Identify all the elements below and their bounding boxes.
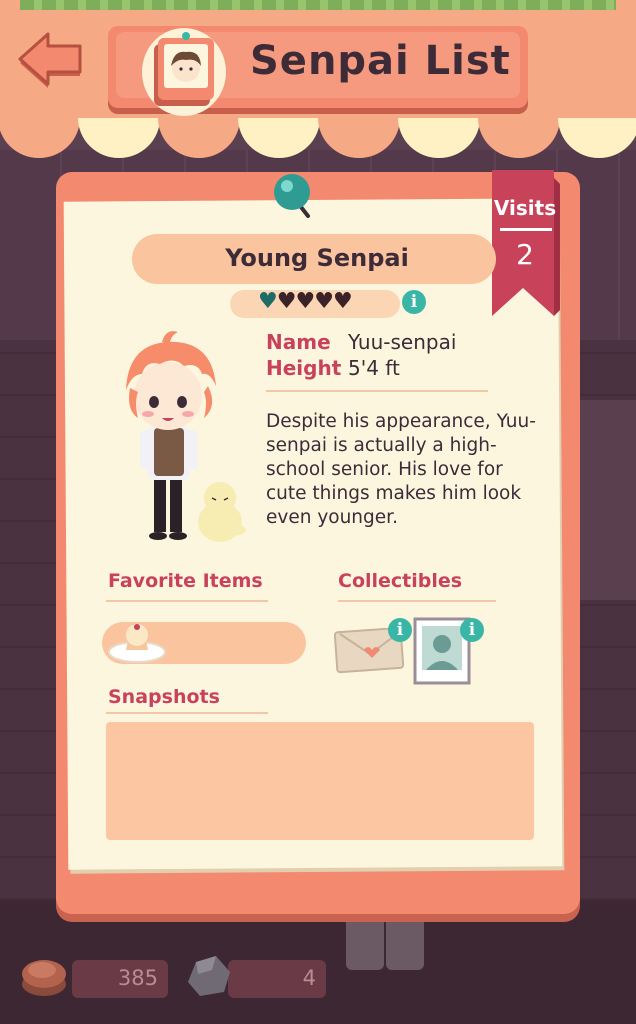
snapshots-divider <box>106 712 268 714</box>
heart-empty-icon: ♥ <box>295 289 315 314</box>
snapshots-title: Snapshots <box>108 686 220 708</box>
name-value: Yuu-senpai <box>348 330 457 354</box>
favorite-items-title: Favorite Items <box>108 570 263 592</box>
collectibles-title: Collectibles <box>338 570 463 592</box>
coin-stack-icon <box>18 948 70 1002</box>
heart-empty-icon: ♥ <box>276 289 297 314</box>
heart-empty-icon: ♥ <box>332 289 353 314</box>
jar-decoration <box>346 916 384 970</box>
senpai-description: Despite his appearance, Yuu-senpai is ac… <box>266 411 536 528</box>
height-label: Height <box>266 356 342 380</box>
visits-divider <box>500 228 552 231</box>
collectibles-divider <box>338 600 496 602</box>
back-arrow-icon <box>18 32 82 88</box>
awning <box>0 118 636 158</box>
senpai-portrait <box>112 326 252 556</box>
letter-info-icon[interactable]: i <box>388 618 412 642</box>
rock-icon <box>182 948 234 1002</box>
rock-count: 4 <box>302 966 316 990</box>
height-value: 5'4 ft <box>348 356 400 380</box>
field-divider <box>266 390 488 392</box>
name-label: Name <box>266 330 331 354</box>
snapshots-area[interactable] <box>106 722 534 840</box>
page-title: Senpai List <box>250 38 511 84</box>
leaf-decoration <box>20 0 616 10</box>
heart-empty-icon: ♥ <box>314 289 334 314</box>
photo-info-icon[interactable]: i <box>460 618 484 642</box>
coin-count: 385 <box>117 966 158 990</box>
affection-info-icon[interactable]: i <box>402 290 426 314</box>
senpai-type: Young Senpai <box>225 244 409 272</box>
back-button[interactable] <box>14 28 86 90</box>
favorite-items-divider <box>106 600 268 602</box>
jar-decoration <box>386 916 424 970</box>
senpai-book-icon <box>140 22 228 116</box>
visits-label: Visits <box>493 196 557 220</box>
affection-hearts: ♥♥♥♥♥ <box>258 289 353 314</box>
heart-filled-icon: ♥ <box>258 289 278 314</box>
pin-icon <box>272 172 316 226</box>
cupcake-on-plate-icon[interactable] <box>106 618 168 664</box>
